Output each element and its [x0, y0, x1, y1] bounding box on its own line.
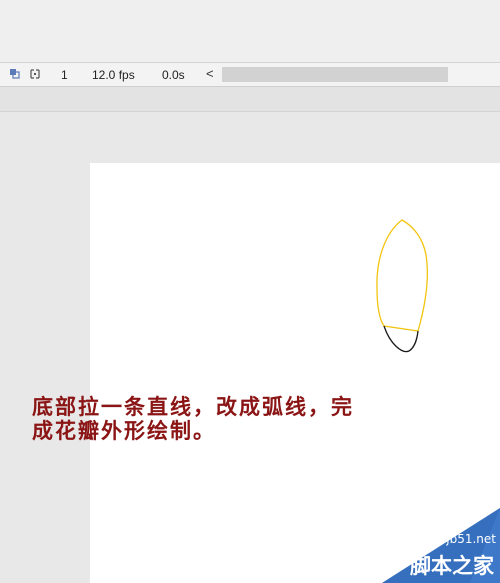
watermark-domain: jb51.net [446, 532, 496, 546]
watermark-site-name: 脚本之家 [410, 554, 494, 578]
watermark-corner-logo [382, 508, 500, 583]
